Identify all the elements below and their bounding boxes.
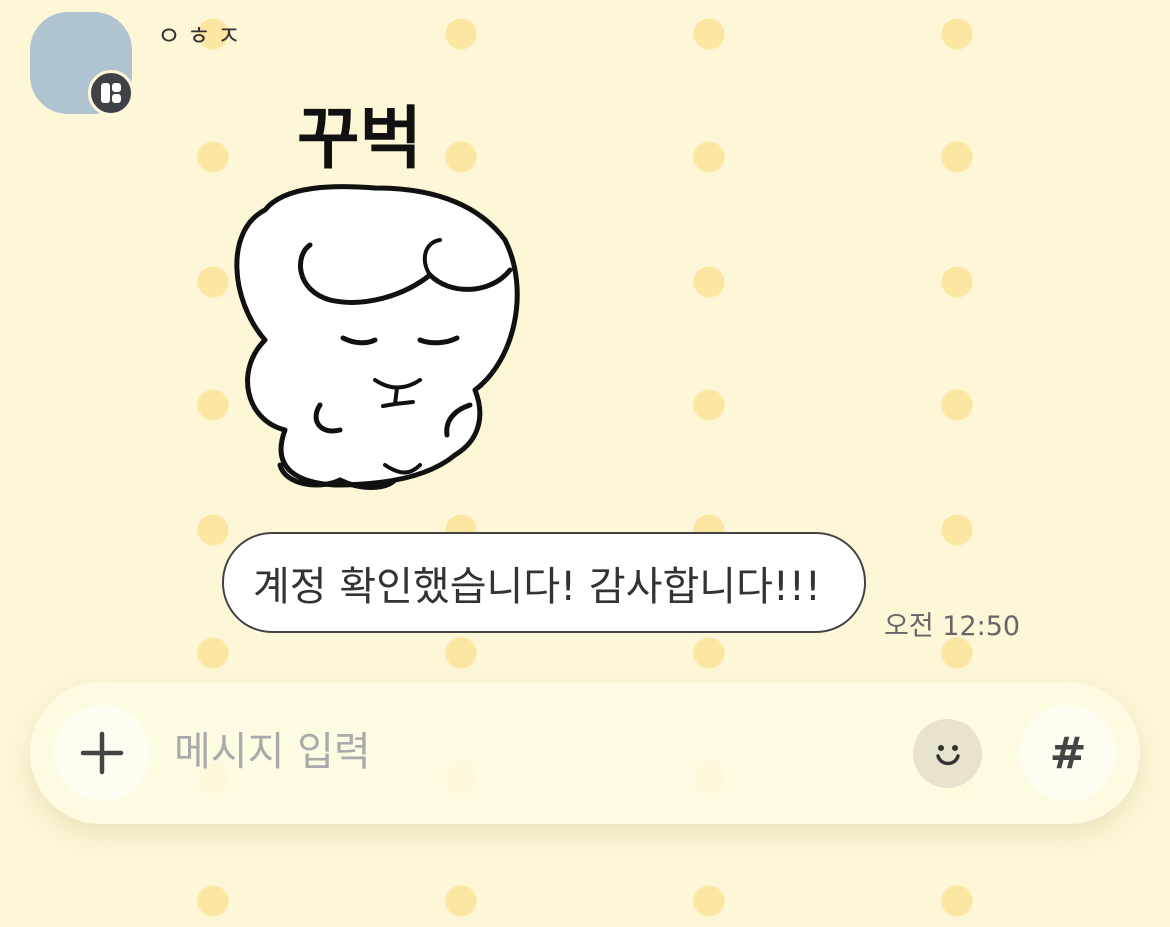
emoji-button[interactable] — [913, 719, 982, 788]
sticker-text: 꾸벅 — [297, 100, 422, 179]
message-input-bar: # — [30, 682, 1140, 824]
bowing-character-sticker[interactable]: 꾸벅 — [225, 70, 535, 510]
message-timestamp: 오전 12:50 — [884, 611, 1021, 642]
message-text: 계정 확인했습니다! 감사합니다!!! — [253, 563, 821, 610]
channel-badge-icon — [88, 70, 134, 116]
smiley-icon — [935, 744, 960, 765]
sender-name: ㅇㅎㅈ — [157, 22, 247, 52]
attach-plus-button[interactable] — [54, 705, 150, 801]
message-input[interactable] — [174, 722, 894, 782]
message-bubble[interactable]: 계정 확인했습니다! 감사합니다!!! — [222, 532, 866, 633]
sender-avatar[interactable] — [30, 12, 134, 116]
hashtag-search-button[interactable]: # — [1020, 705, 1116, 801]
hash-label: # — [1049, 727, 1087, 779]
plus-icon — [80, 731, 124, 775]
